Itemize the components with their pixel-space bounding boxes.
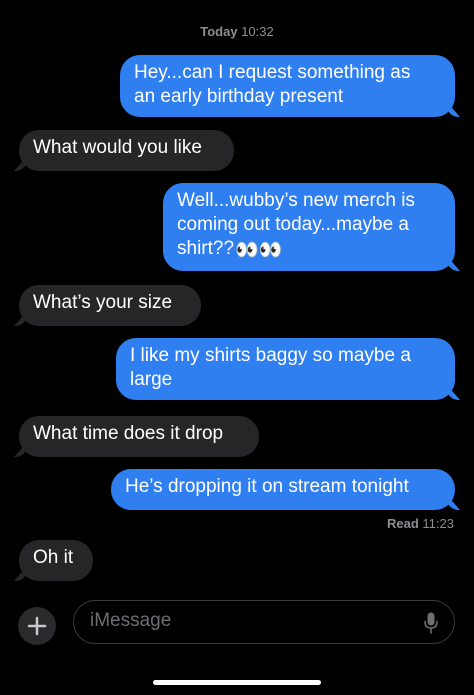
read-time: 11:23: [422, 516, 454, 531]
timestamp-time: 10:32: [241, 24, 274, 39]
message-input-placeholder: iMessage: [90, 610, 172, 631]
message-line: Hey...can I request something as: [134, 62, 411, 83]
message-line: coming out today...maybe a: [177, 214, 409, 235]
received-message-bubble[interactable]: What time does it drop: [19, 416, 259, 457]
message-line: Well...wubby’s new merch is: [177, 190, 415, 211]
message-line: large: [130, 369, 173, 390]
message-line: Oh it: [33, 547, 74, 568]
message-line: an early birthday present: [134, 86, 344, 107]
microphone-icon[interactable]: [424, 612, 438, 634]
sent-message-bubble[interactable]: Well...wubby’s new merch is coming out t…: [163, 183, 455, 271]
plus-icon[interactable]: [18, 607, 56, 645]
sent-message-bubble[interactable]: He’s dropping it on stream tonight: [111, 469, 455, 510]
sent-message-bubble[interactable]: I like my shirts baggy so maybe a large: [116, 338, 455, 400]
thread-timestamp: Today 10:32: [0, 24, 474, 39]
timestamp-day: Today: [200, 24, 238, 39]
message-line: shirt??👀👀: [177, 237, 441, 263]
message-line: What time does it drop: [33, 423, 224, 444]
received-message-bubble[interactable]: What’s your size: [19, 285, 201, 326]
message-thread[interactable]: Today 10:32 Hey...can I request somethin…: [0, 0, 474, 595]
message-line-text: shirt??: [177, 238, 235, 259]
message-line: What’s your size: [33, 292, 173, 313]
read-label: Read: [387, 516, 419, 531]
message-line: What would you like: [33, 137, 202, 158]
message-line: I like my shirts baggy so maybe a: [130, 345, 411, 366]
plus-icon-glyph: [27, 616, 47, 636]
message-line: He’s dropping it on stream tonight: [125, 476, 409, 497]
message-input[interactable]: iMessage: [73, 600, 455, 644]
home-indicator[interactable]: [153, 680, 321, 685]
read-receipt: Read 11:23: [387, 516, 454, 531]
eyes-emoji-icon: 👀👀: [235, 240, 283, 261]
received-message-bubble[interactable]: Oh it: [19, 540, 93, 581]
sent-message-bubble[interactable]: Hey...can I request something as an earl…: [120, 55, 455, 117]
received-message-bubble[interactable]: What would you like: [19, 130, 234, 171]
